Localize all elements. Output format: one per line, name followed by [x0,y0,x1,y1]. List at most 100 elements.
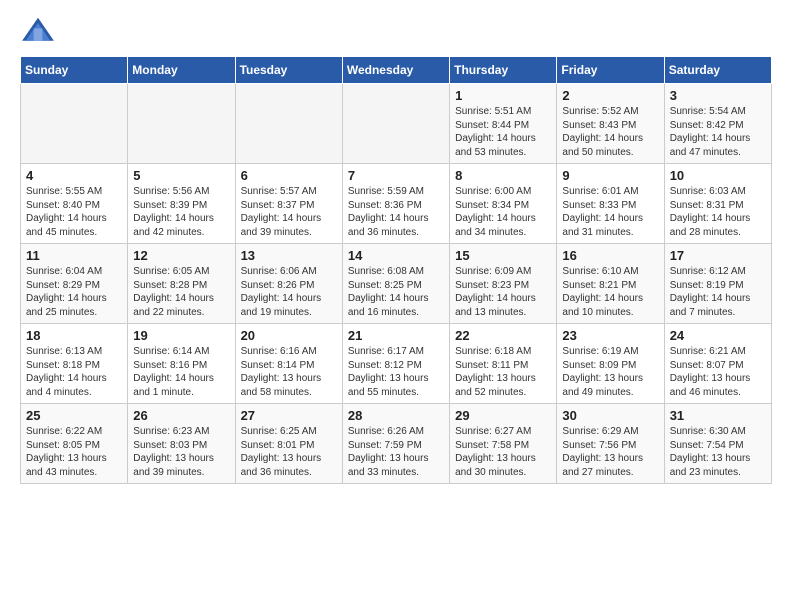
day-number: 30 [562,408,658,423]
calendar-cell: 7 Sunrise: 5:59 AM Sunset: 8:36 PM Daylig… [342,164,449,244]
day-number: 1 [455,88,551,103]
day-number: 4 [26,168,122,183]
calendar-cell: 13 Sunrise: 6:06 AM Sunset: 8:26 PM Dayli… [235,244,342,324]
calendar-cell: 10 Sunrise: 6:03 AM Sunset: 8:31 PM Dayli… [664,164,771,244]
calendar-week-row: 1 Sunrise: 5:51 AM Sunset: 8:44 PM Daylig… [21,84,772,164]
calendar-week-row: 4 Sunrise: 5:55 AM Sunset: 8:40 PM Daylig… [21,164,772,244]
day-number: 16 [562,248,658,263]
day-info: Sunrise: 5:59 AM Sunset: 8:36 PM Dayligh… [348,185,444,239]
day-info: Sunrise: 6:05 AM Sunset: 8:28 PM Dayligh… [133,265,229,319]
logo [20,16,60,46]
day-info: Sunrise: 6:23 AM Sunset: 8:03 PM Dayligh… [133,425,229,479]
day-number: 20 [241,328,337,343]
day-number: 31 [670,408,766,423]
calendar-cell: 1 Sunrise: 5:51 AM Sunset: 8:44 PM Daylig… [450,84,557,164]
day-info: Sunrise: 6:19 AM Sunset: 8:09 PM Dayligh… [562,345,658,399]
day-info: Sunrise: 6:26 AM Sunset: 7:59 PM Dayligh… [348,425,444,479]
day-info: Sunrise: 6:16 AM Sunset: 8:14 PM Dayligh… [241,345,337,399]
calendar-cell: 23 Sunrise: 6:19 AM Sunset: 8:09 PM Dayli… [557,324,664,404]
day-number: 5 [133,168,229,183]
day-info: Sunrise: 6:27 AM Sunset: 7:58 PM Dayligh… [455,425,551,479]
calendar-cell: 4 Sunrise: 5:55 AM Sunset: 8:40 PM Daylig… [21,164,128,244]
logo-icon [20,16,56,46]
day-info: Sunrise: 6:18 AM Sunset: 8:11 PM Dayligh… [455,345,551,399]
day-number: 24 [670,328,766,343]
calendar-cell: 16 Sunrise: 6:10 AM Sunset: 8:21 PM Dayli… [557,244,664,324]
calendar-cell: 8 Sunrise: 6:00 AM Sunset: 8:34 PM Daylig… [450,164,557,244]
calendar-cell [21,84,128,164]
weekday-header: Friday [557,57,664,84]
day-info: Sunrise: 6:03 AM Sunset: 8:31 PM Dayligh… [670,185,766,239]
day-number: 23 [562,328,658,343]
day-info: Sunrise: 6:29 AM Sunset: 7:56 PM Dayligh… [562,425,658,479]
header [20,16,772,46]
day-info: Sunrise: 5:55 AM Sunset: 8:40 PM Dayligh… [26,185,122,239]
calendar-table: SundayMondayTuesdayWednesdayThursdayFrid… [20,56,772,484]
calendar-cell: 12 Sunrise: 6:05 AM Sunset: 8:28 PM Dayli… [128,244,235,324]
day-info: Sunrise: 6:14 AM Sunset: 8:16 PM Dayligh… [133,345,229,399]
calendar-cell: 28Sunrise: 6:26 AM Sunset: 7:59 PM Dayli… [342,404,449,484]
day-info: Sunrise: 6:01 AM Sunset: 8:33 PM Dayligh… [562,185,658,239]
day-info: Sunrise: 5:56 AM Sunset: 8:39 PM Dayligh… [133,185,229,239]
weekday-header: Saturday [664,57,771,84]
calendar-body: 1 Sunrise: 5:51 AM Sunset: 8:44 PM Daylig… [21,84,772,484]
day-number: 26 [133,408,229,423]
calendar-cell: 30 Sunrise: 6:29 AM Sunset: 7:56 PM Dayli… [557,404,664,484]
day-info: Sunrise: 5:52 AM Sunset: 8:43 PM Dayligh… [562,105,658,159]
calendar-cell: 5 Sunrise: 5:56 AM Sunset: 8:39 PM Daylig… [128,164,235,244]
calendar-cell: 25Sunrise: 6:22 AM Sunset: 8:05 PM Dayli… [21,404,128,484]
calendar-cell: 31 Sunrise: 6:30 AM Sunset: 7:54 PM Dayli… [664,404,771,484]
day-number: 17 [670,248,766,263]
day-info: Sunrise: 6:06 AM Sunset: 8:26 PM Dayligh… [241,265,337,319]
day-number: 27 [241,408,337,423]
calendar-cell: 19Sunrise: 6:14 AM Sunset: 8:16 PM Dayli… [128,324,235,404]
day-info: Sunrise: 6:13 AM Sunset: 8:18 PM Dayligh… [26,345,122,399]
calendar-week-row: 11Sunrise: 6:04 AM Sunset: 8:29 PM Dayli… [21,244,772,324]
day-info: Sunrise: 6:00 AM Sunset: 8:34 PM Dayligh… [455,185,551,239]
calendar-week-row: 25Sunrise: 6:22 AM Sunset: 8:05 PM Dayli… [21,404,772,484]
weekday-header: Thursday [450,57,557,84]
day-info: Sunrise: 6:09 AM Sunset: 8:23 PM Dayligh… [455,265,551,319]
day-number: 22 [455,328,551,343]
calendar-cell: 27Sunrise: 6:25 AM Sunset: 8:01 PM Dayli… [235,404,342,484]
day-number: 12 [133,248,229,263]
calendar-cell [235,84,342,164]
calendar-cell: 2 Sunrise: 5:52 AM Sunset: 8:43 PM Daylig… [557,84,664,164]
weekday-header: Sunday [21,57,128,84]
calendar-cell: 29Sunrise: 6:27 AM Sunset: 7:58 PM Dayli… [450,404,557,484]
calendar-header: SundayMondayTuesdayWednesdayThursdayFrid… [21,57,772,84]
page: SundayMondayTuesdayWednesdayThursdayFrid… [0,0,792,500]
day-number: 11 [26,248,122,263]
day-info: Sunrise: 6:08 AM Sunset: 8:25 PM Dayligh… [348,265,444,319]
day-info: Sunrise: 6:10 AM Sunset: 8:21 PM Dayligh… [562,265,658,319]
calendar-cell: 22 Sunrise: 6:18 AM Sunset: 8:11 PM Dayli… [450,324,557,404]
day-info: Sunrise: 6:17 AM Sunset: 8:12 PM Dayligh… [348,345,444,399]
day-number: 10 [670,168,766,183]
day-info: Sunrise: 5:54 AM Sunset: 8:42 PM Dayligh… [670,105,766,159]
weekday-header: Tuesday [235,57,342,84]
calendar-week-row: 18 Sunrise: 6:13 AM Sunset: 8:18 PM Dayli… [21,324,772,404]
day-number: 18 [26,328,122,343]
calendar-cell: 18 Sunrise: 6:13 AM Sunset: 8:18 PM Dayli… [21,324,128,404]
day-info: Sunrise: 5:51 AM Sunset: 8:44 PM Dayligh… [455,105,551,159]
day-number: 9 [562,168,658,183]
calendar-cell: 11Sunrise: 6:04 AM Sunset: 8:29 PM Dayli… [21,244,128,324]
day-number: 25 [26,408,122,423]
weekday-row: SundayMondayTuesdayWednesdayThursdayFrid… [21,57,772,84]
calendar-cell: 21 Sunrise: 6:17 AM Sunset: 8:12 PM Dayli… [342,324,449,404]
day-number: 2 [562,88,658,103]
calendar-cell: 17Sunrise: 6:12 AM Sunset: 8:19 PM Dayli… [664,244,771,324]
weekday-header: Wednesday [342,57,449,84]
calendar-cell: 24Sunrise: 6:21 AM Sunset: 8:07 PM Dayli… [664,324,771,404]
calendar-cell [128,84,235,164]
day-number: 14 [348,248,444,263]
day-number: 21 [348,328,444,343]
weekday-header: Monday [128,57,235,84]
day-number: 15 [455,248,551,263]
day-number: 13 [241,248,337,263]
day-number: 8 [455,168,551,183]
day-number: 7 [348,168,444,183]
calendar-cell: 3Sunrise: 5:54 AM Sunset: 8:42 PM Daylig… [664,84,771,164]
day-number: 6 [241,168,337,183]
day-info: Sunrise: 6:30 AM Sunset: 7:54 PM Dayligh… [670,425,766,479]
